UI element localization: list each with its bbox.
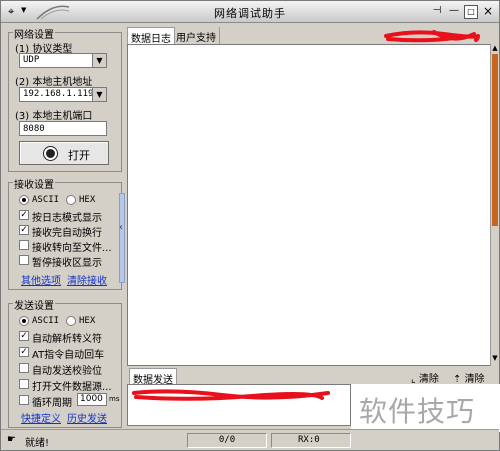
loop-label: 循环周期 <box>32 398 72 409</box>
scroll-down-icon[interactable]: ▼ <box>491 354 499 362</box>
watermark-text: 软件技巧 <box>359 395 476 428</box>
loop-unit: ms <box>109 395 120 403</box>
loop-period-input[interactable]: 1000 <box>77 393 107 406</box>
recv-option-label: 按日志模式显示 <box>32 213 102 224</box>
tab-data-log[interactable]: 数据日志 <box>127 27 175 45</box>
status-bar: ☛ 就绪! 0/0 RX:0 <box>1 429 499 450</box>
other-options-link[interactable]: 其他选项 <box>21 272 61 287</box>
loop-checkbox[interactable] <box>19 395 29 405</box>
app-window: ⌖ ▼ 网络调试助手 ⊣ — □ × 网络设置 (1) 协议类型 UDP ▼ (… <box>0 0 500 451</box>
protocol-select[interactable]: UDP ▼ <box>19 53 107 68</box>
send-option-checkbox[interactable]: ✓ <box>19 331 29 341</box>
network-settings-group: 网络设置 (1) 协议类型 UDP ▼ (2) 本地主机地址 192.168.1… <box>8 26 122 172</box>
pin-button[interactable]: ⊣ <box>429 5 445 19</box>
recv-option-label: 接收完自动换行 <box>32 228 102 239</box>
scroll-up-icon[interactable]: ▲ <box>491 44 499 52</box>
send-input-area[interactable] <box>127 384 351 426</box>
port-input[interactable] <box>19 121 107 136</box>
status-counter: 0/0 <box>187 433 267 448</box>
send-option-checkbox[interactable] <box>19 363 29 373</box>
clear-send-button-1[interactable]: ⌞ 清除 <box>411 370 439 385</box>
receive-settings-group: 接收设置 ASCII HEX ✓ 按日志模式显示 ✓ 接收完自动换行 接收转向至… <box>8 176 122 290</box>
redaction-scribble <box>132 389 330 401</box>
host-value: 192.168.1.119 <box>23 89 94 99</box>
send-ascii-label: ASCII <box>32 316 60 326</box>
send-option-label: 自动解析转义符 <box>32 334 102 345</box>
chevron-left-icon[interactable]: ‹ <box>119 222 123 233</box>
send-hex-label: HEX <box>79 316 96 326</box>
send-option-checkbox[interactable] <box>19 379 29 389</box>
open-button-label: 打开 <box>68 149 90 162</box>
clear-send-button-2[interactable]: ⇡ 清除 <box>453 370 485 385</box>
host-select[interactable]: 192.168.1.119 ▼ <box>19 87 107 102</box>
send-option-label: 自动发送校验位 <box>32 366 102 377</box>
power-icon <box>44 147 57 160</box>
recv-option-checkbox[interactable] <box>19 240 29 250</box>
window-title: 网络调试助手 <box>214 7 286 20</box>
protocol-value: UDP <box>23 55 40 65</box>
recv-option-label: 暂停接收区显示 <box>32 258 102 269</box>
chevron-down-icon[interactable]: ▼ <box>92 54 106 67</box>
host-label: (2) 本地主机地址 <box>15 77 93 88</box>
send-history-link[interactable]: 历史发送 <box>67 410 107 425</box>
open-button[interactable]: 打开 <box>19 141 109 165</box>
receive-settings-title: 接收设置 <box>13 176 55 191</box>
send-settings-title: 发送设置 <box>13 297 55 312</box>
watermark: 软件技巧 <box>351 384 500 432</box>
title-bar: ⌖ ▼ 网络调试助手 ⊣ — □ × <box>1 1 499 23</box>
minimize-button[interactable]: — <box>447 5 461 19</box>
recv-option-label: 接收转向至文件... <box>32 243 112 254</box>
panel-splitter[interactable]: ‹ <box>119 193 125 283</box>
send-option-label: AT指令自动回车 <box>32 350 105 361</box>
chevron-down-icon[interactable]: ▼ <box>92 88 106 101</box>
recv-hex-label: HEX <box>79 195 96 205</box>
status-ok-icon: ☛ <box>7 434 16 445</box>
network-settings-title: 网络设置 <box>13 26 55 41</box>
log-scrollbar[interactable]: ▲ ▼ <box>490 44 499 366</box>
send-option-label: 打开文件数据源... <box>32 382 112 393</box>
send-option-checkbox[interactable]: ✓ <box>19 347 29 357</box>
recv-ascii-label: ASCII <box>32 195 60 205</box>
tab-user-support[interactable]: 用户支持 <box>173 27 220 44</box>
clear-receive-link[interactable]: 清除接收 <box>67 272 107 287</box>
maximize-button[interactable]: □ <box>464 5 478 19</box>
port-label: (3) 本地主机端口 <box>15 111 93 122</box>
shortcut-define-link[interactable]: 快捷定义 <box>21 410 61 425</box>
send-hex-radio[interactable] <box>66 316 76 326</box>
recv-option-checkbox[interactable] <box>19 255 29 265</box>
status-rx: RX:0 <box>271 433 351 448</box>
status-text: 就绪! <box>25 438 50 449</box>
recv-hex-radio[interactable] <box>66 195 76 205</box>
recv-option-checkbox[interactable]: ✓ <box>19 210 29 220</box>
send-ascii-radio[interactable] <box>19 316 29 326</box>
recv-ascii-radio[interactable] <box>19 195 29 205</box>
scroll-thumb[interactable] <box>492 54 498 226</box>
data-log-area[interactable] <box>127 44 491 366</box>
recv-option-checkbox[interactable]: ✓ <box>19 225 29 235</box>
send-settings-group: 发送设置 ASCII HEX ✓ 自动解析转义符 ✓ AT指令自动回车 自动发送… <box>8 297 122 428</box>
close-button[interactable]: × <box>481 5 495 19</box>
